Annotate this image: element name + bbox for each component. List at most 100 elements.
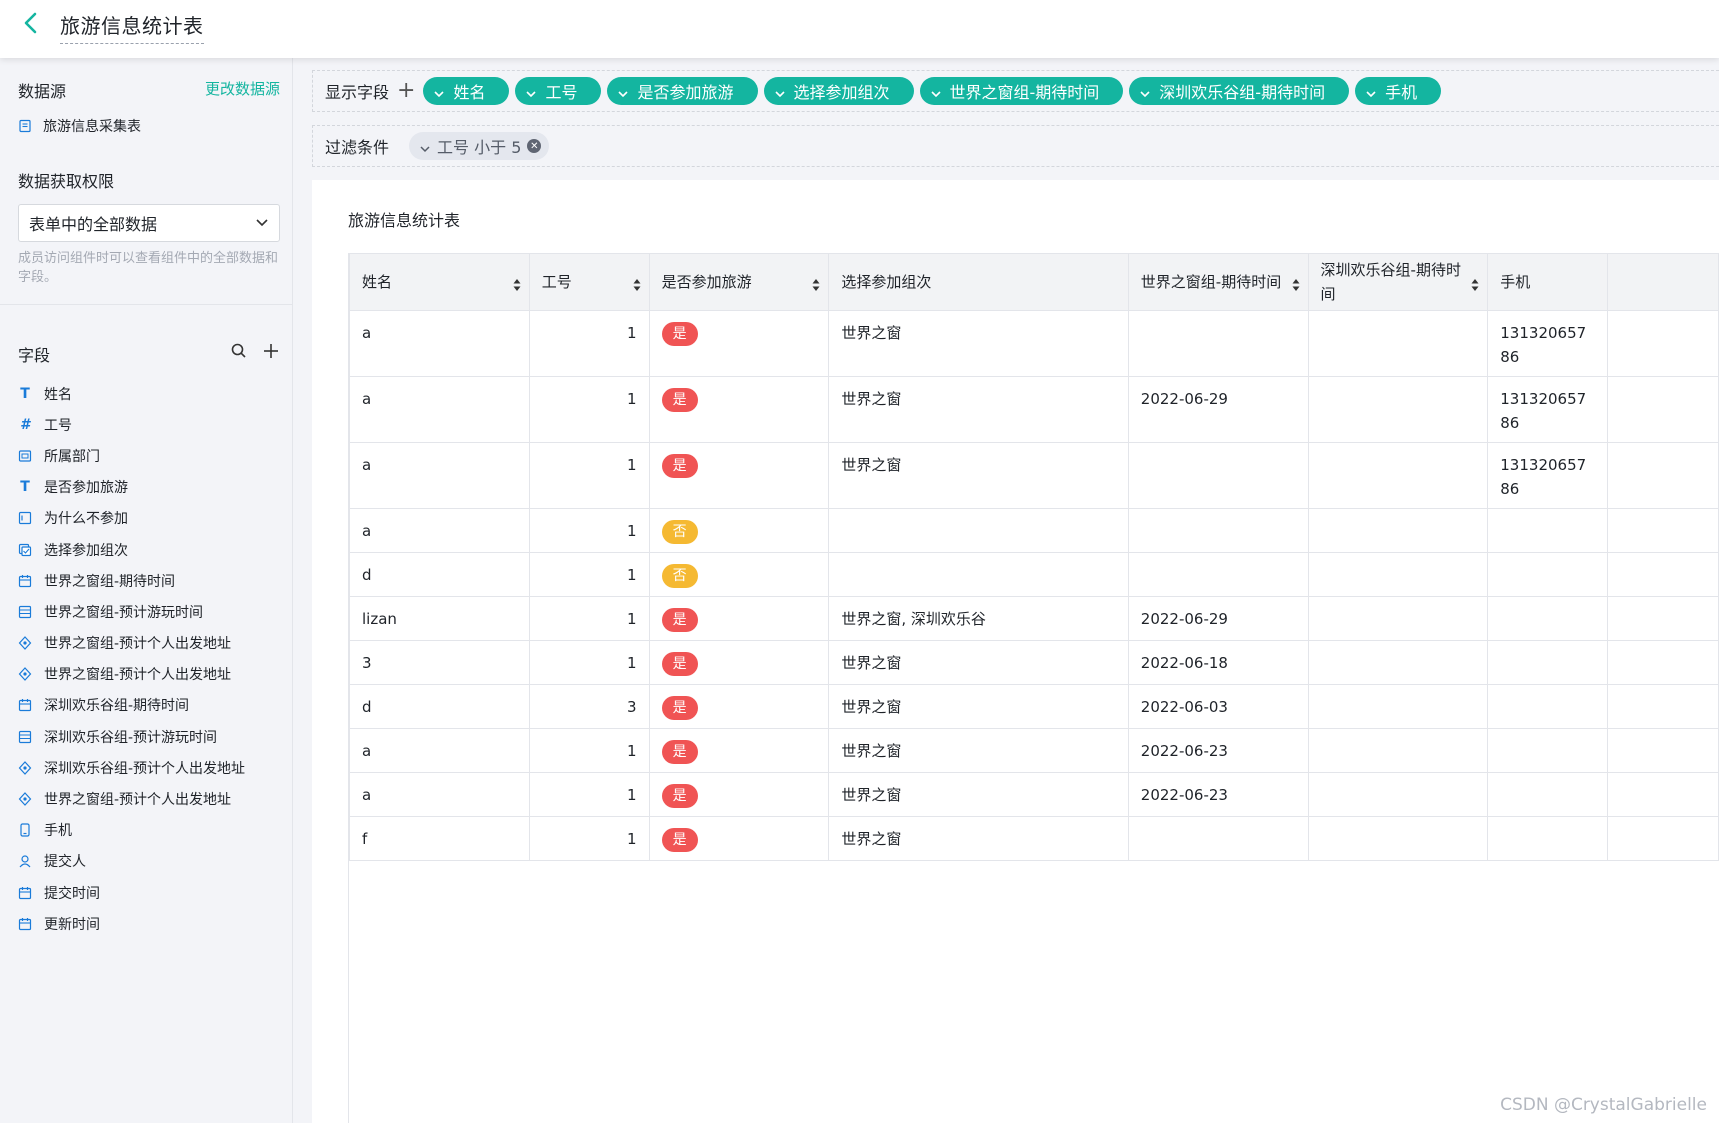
field-item[interactable]: T 姓名 <box>18 378 283 409</box>
table-title: 旅游信息统计表 <box>348 211 461 230</box>
datasource-item-label: 旅游信息采集表 <box>43 119 141 135</box>
sort-icon[interactable] <box>1292 275 1300 291</box>
table-cell: 2022-06-18 <box>1127 640 1309 685</box>
table-row[interactable]: a 1 是 世界之窗 2022-06-29 13132065786 <box>349 376 1719 443</box>
table-row[interactable]: lizan 1 是 世界之窗, 深圳欢乐谷 2022-06-29 <box>349 596 1719 641</box>
field-item[interactable]: 深圳欢乐谷组-预计个人出发地址 <box>18 752 283 783</box>
field-item[interactable]: 所属部门 <box>18 440 283 471</box>
permission-hint: 成员访问组件时可以查看组件中的全部数据和字段。 <box>18 251 279 285</box>
date-icon <box>18 886 32 900</box>
column-header[interactable]: 世界之窗组-期待时间 <box>1127 253 1309 311</box>
column-header[interactable]: 深圳欢乐谷组-期待时间 <box>1307 253 1489 311</box>
close-icon[interactable]: ✕ <box>527 139 542 153</box>
table-cell-empty <box>1607 772 1719 817</box>
field-item[interactable]: 世界之窗组-预计个人出发地址 <box>18 783 283 814</box>
table-cell <box>1307 684 1489 729</box>
table-cell <box>1487 552 1609 597</box>
table-row[interactable]: a 1 是 世界之窗 13132065786 <box>349 310 1719 377</box>
column-header[interactable]: 选择参加组次 <box>828 253 1129 311</box>
page-title[interactable]: 旅游信息统计表 <box>60 10 204 44</box>
table-cell: 否 <box>648 508 830 553</box>
field-item[interactable]: 世界之窗组-预计游玩时间 <box>18 596 283 627</box>
table-cell: f <box>349 816 530 861</box>
field-item[interactable]: 世界之窗组-预计个人出发地址 <box>18 628 283 659</box>
table-cell <box>1487 508 1609 553</box>
text-icon: T <box>20 385 30 402</box>
table-cell-empty <box>1607 442 1719 509</box>
change-datasource-link[interactable]: 更改数据源 <box>205 78 280 99</box>
filter-bar: 过滤条件 工号 小于 5 ✕ <box>312 125 1719 167</box>
table-row[interactable]: f 1 是 世界之窗 <box>349 816 1719 861</box>
table-cell: 是 <box>648 640 830 685</box>
table-cell: 否 <box>648 552 830 597</box>
sort-icon[interactable] <box>513 275 521 291</box>
date-icon <box>18 574 32 588</box>
back-arrow-icon[interactable] <box>16 8 46 38</box>
display-field-chip[interactable]: 姓名 <box>423 77 510 105</box>
table-cell: 世界之窗 <box>828 376 1129 443</box>
table-row[interactable]: d 3 是 世界之窗 2022-06-03 <box>349 684 1719 729</box>
text-icon: T <box>20 479 30 496</box>
add-display-field-icon[interactable]: + <box>397 80 415 102</box>
table-cell: 是 <box>648 816 830 861</box>
status-badge: 是 <box>661 828 698 852</box>
field-item-label: 工号 <box>44 417 72 434</box>
table-cell: 是 <box>648 728 830 773</box>
field-item-label: 深圳欢乐谷组-预计个人出发地址 <box>44 760 246 777</box>
chevron-down-icon <box>433 85 445 98</box>
field-item-label: 世界之窗组-预计个人出发地址 <box>44 636 232 653</box>
table-row[interactable]: a 1 是 世界之窗 2022-06-23 <box>349 772 1719 817</box>
field-item[interactable]: 深圳欢乐谷组-期待时间 <box>18 690 283 721</box>
display-field-chip[interactable]: 是否参加旅游 <box>607 77 758 105</box>
column-header[interactable]: 是否参加旅游 <box>648 253 830 311</box>
sort-icon[interactable] <box>1471 275 1479 291</box>
field-item[interactable]: 世界之窗组-期待时间 <box>18 565 283 596</box>
field-item[interactable]: 提交时间 <box>18 877 283 908</box>
datasource-item[interactable]: 旅游信息采集表 <box>18 116 141 136</box>
table-row[interactable]: a 1 是 世界之窗 13132065786 <box>349 442 1719 509</box>
field-item[interactable]: 选择参加组次 <box>18 534 283 565</box>
display-field-chip[interactable]: 世界之窗组-期待时间 <box>919 77 1124 105</box>
table-row[interactable]: a 1 是 世界之窗 2022-06-23 <box>349 728 1719 773</box>
column-header-label: 深圳欢乐谷组-期待时间 <box>1320 261 1461 303</box>
field-item-label: 姓名 <box>44 386 72 403</box>
table-cell: 1 <box>528 596 650 641</box>
table-cell: 世界之窗 <box>828 640 1129 685</box>
field-item[interactable]: # 工号 <box>18 409 283 440</box>
location-icon <box>18 667 32 682</box>
location-icon <box>18 636 32 650</box>
table-row[interactable]: d1否 <box>349 552 1719 597</box>
display-field-chip[interactable]: 手机 <box>1355 77 1442 105</box>
table-row[interactable]: a1否 <box>349 508 1719 553</box>
field-item[interactable]: 手机 <box>18 815 283 846</box>
display-field-chip[interactable]: 深圳欢乐谷组-期待时间 <box>1129 77 1350 105</box>
field-item[interactable]: T 是否参加旅游 <box>18 472 283 503</box>
table-cell: 2022-06-23 <box>1127 728 1309 773</box>
field-item-label: 更新时间 <box>44 916 100 933</box>
field-item[interactable]: 世界之窗组-预计个人出发地址 <box>18 659 283 690</box>
column-header[interactable]: 手机 <box>1487 253 1609 311</box>
table-cell <box>828 508 1129 553</box>
search-icon[interactable] <box>230 342 248 360</box>
display-field-chip[interactable]: 选择参加组次 <box>763 77 914 105</box>
display-field-chip[interactable]: 工号 <box>515 77 602 105</box>
filter-chip[interactable]: 工号 小于 5 ✕ <box>409 132 550 160</box>
column-header[interactable]: 工号 <box>528 253 650 311</box>
sort-icon[interactable] <box>812 275 820 291</box>
table-cell <box>1487 640 1609 685</box>
field-item[interactable]: 更新时间 <box>18 908 283 939</box>
column-header[interactable]: 姓名 <box>349 253 530 311</box>
status-badge: 是 <box>661 652 698 676</box>
field-item[interactable]: 深圳欢乐谷组-预计游玩时间 <box>18 721 283 752</box>
permission-select[interactable]: 表单中的全部数据 <box>18 204 280 242</box>
field-item-label: 世界之窗组-预计个人出发地址 <box>44 667 232 684</box>
field-item[interactable]: 为什么不参加 <box>18 503 283 534</box>
permission-select-value: 表单中的全部数据 <box>29 215 158 234</box>
field-item[interactable]: 提交人 <box>18 846 283 877</box>
add-field-icon[interactable] <box>262 342 280 360</box>
sort-icon[interactable] <box>633 275 641 291</box>
table-row[interactable]: 3 1 是 世界之窗 2022-06-18 <box>349 640 1719 685</box>
display-field-chip-label: 是否参加旅游 <box>637 83 734 102</box>
status-badge: 是 <box>661 454 698 478</box>
table-cell: 3 <box>528 684 650 729</box>
